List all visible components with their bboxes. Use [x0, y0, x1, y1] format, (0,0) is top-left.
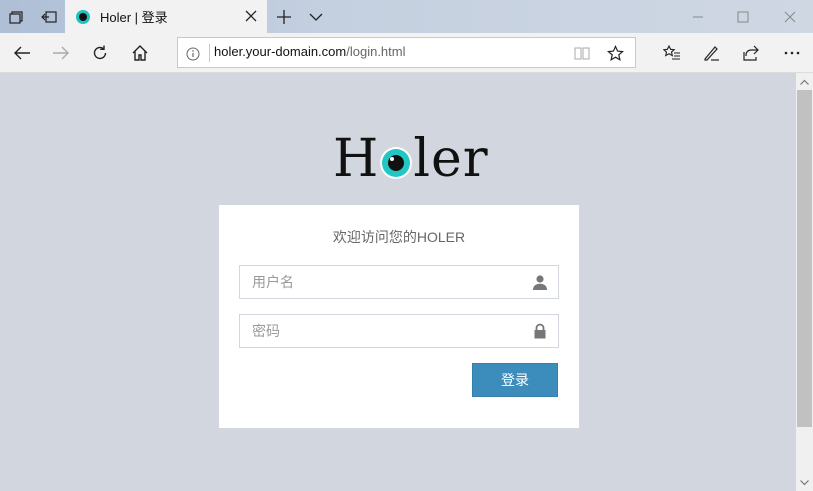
login-box-message: 欢迎访问您的HOLER — [332, 229, 466, 245]
holer-favicon-icon — [76, 9, 90, 24]
tabs-aside-icon[interactable] — [0, 0, 32, 33]
scroll-up-icon[interactable] — [796, 73, 813, 90]
url-host: holer.your-domain.com — [214, 44, 347, 59]
new-tab-icon[interactable] — [268, 0, 300, 33]
close-window-icon[interactable] — [767, 0, 813, 33]
logo-eye-icon — [380, 147, 413, 179]
logo-letter-h: H — [333, 129, 380, 189]
scroll-down-icon[interactable] — [796, 474, 813, 491]
favorites-list-icon[interactable] — [652, 33, 692, 73]
forward-arrow-icon[interactable] — [41, 33, 81, 73]
holer-logo: H ler — [333, 129, 489, 189]
password-input[interactable] — [240, 315, 530, 347]
close-tab-icon[interactable] — [243, 8, 259, 24]
username-input[interactable] — [240, 266, 530, 298]
set-aside-icon[interactable] — [33, 0, 65, 33]
pen-icon[interactable] — [691, 33, 731, 73]
url-path: /login.html — [346, 44, 406, 59]
logo-letters-ler: ler — [413, 129, 489, 189]
info-icon[interactable] — [186, 46, 200, 61]
back-arrow-icon[interactable] — [2, 33, 42, 73]
refresh-icon[interactable] — [80, 33, 120, 73]
tab-title: Holer | 登录 — [100, 10, 168, 25]
title-bar: Holer | 登录 — [0, 0, 813, 33]
star-icon[interactable] — [606, 44, 624, 62]
maximize-icon[interactable] — [720, 0, 766, 33]
home-icon[interactable] — [120, 33, 160, 73]
login-button[interactable]: 登录 — [472, 363, 558, 397]
username-field[interactable] — [239, 265, 559, 299]
share-icon[interactable] — [731, 33, 771, 73]
user-icon — [532, 274, 548, 290]
url-text[interactable]: holer.your-domain.com/login.html — [214, 44, 405, 59]
page-content: H ler 欢迎访问您的HOLER 登录 — [0, 73, 796, 491]
address-bar[interactable]: holer.your-domain.com/login.html — [177, 37, 636, 68]
tab-preview-chevron-down-icon[interactable] — [300, 0, 332, 33]
url-divider — [209, 44, 210, 62]
navigation-bar: holer.your-domain.com/login.html — [0, 33, 813, 73]
more-icon[interactable] — [772, 33, 812, 73]
lock-icon — [532, 323, 548, 339]
minimize-icon[interactable] — [675, 0, 721, 33]
reading-view-icon[interactable] — [573, 44, 591, 62]
password-field[interactable] — [239, 314, 559, 348]
scrollbar-thumb[interactable] — [797, 90, 812, 427]
login-box: 欢迎访问您的HOLER 登录 — [219, 205, 579, 428]
tab-holer-login[interactable]: Holer | 登录 — [65, 0, 267, 33]
vertical-scrollbar[interactable] — [796, 73, 813, 491]
